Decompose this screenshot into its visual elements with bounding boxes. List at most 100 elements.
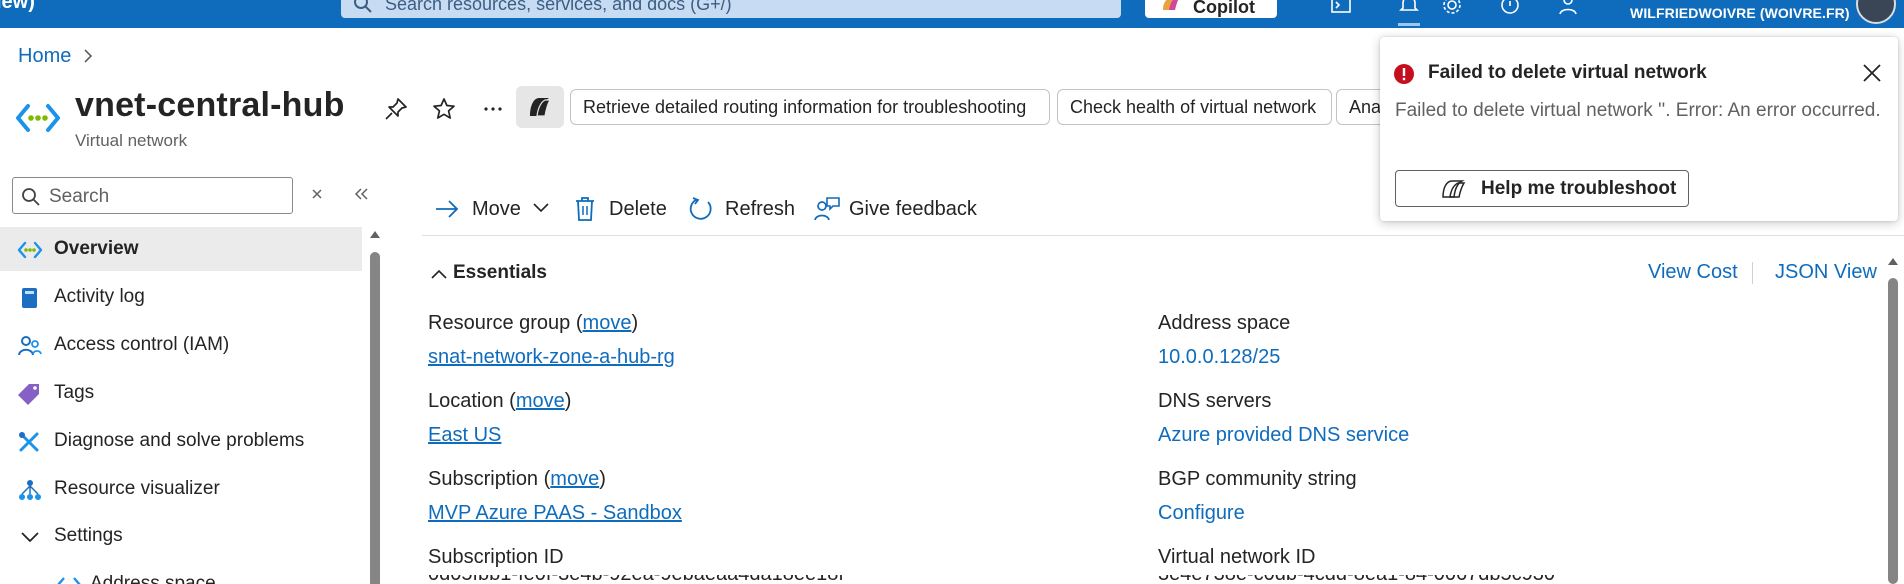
avatar[interactable] — [1856, 0, 1896, 24]
json-view-link[interactable]: JSON View — [1775, 261, 1877, 284]
suggestion-chip-routing[interactable]: Retrieve detailed routing information fo… — [570, 89, 1050, 125]
delete-button[interactable]: Delete — [573, 194, 673, 224]
dns-servers-label: DNS servers — [1158, 390, 1272, 412]
view-cost-link[interactable]: View Cost — [1648, 261, 1738, 284]
dns-servers-value[interactable]: Azure provided DNS service — [1158, 424, 1409, 447]
sidebar-item-diagnose[interactable]: Diagnose and solve problems — [0, 419, 362, 463]
move-label: Move — [472, 198, 521, 220]
delete-label: Delete — [609, 198, 667, 220]
chevron-down-icon — [21, 532, 39, 543]
notifications-active-indicator — [1398, 23, 1420, 26]
sidebar-search-input[interactable]: Search — [12, 177, 293, 214]
subscription-value[interactable]: MVP Azure PAAS - Sandbox — [428, 502, 682, 525]
refresh-button[interactable]: Refresh — [688, 194, 803, 224]
give-feedback-button[interactable]: Give feedback — [813, 194, 983, 224]
move-subscription-link[interactable]: move — [550, 468, 599, 490]
copilot-label: Copilot — [1193, 0, 1255, 17]
iam-icon — [18, 336, 42, 356]
sidebar-item-address-space[interactable]: Address space — [36, 562, 362, 584]
activity-log-icon — [22, 288, 37, 308]
sidebar-item-label: Activity log — [54, 286, 145, 307]
move-resource-group-link[interactable]: move — [583, 312, 632, 334]
sidebar-item-activity-log[interactable]: Activity log — [0, 275, 362, 319]
trash-icon — [576, 197, 594, 221]
breadcrumb-home[interactable]: Home — [18, 45, 71, 68]
suggestion-chip-health[interactable]: Check health of virtual network — [1057, 89, 1332, 125]
copilot-icon — [530, 98, 552, 117]
pin-icon[interactable] — [383, 96, 409, 122]
refresh-icon — [689, 197, 712, 220]
address-space-label: Address space — [1158, 312, 1291, 334]
visualizer-icon — [19, 480, 41, 500]
vnet-id-label: Virtual network ID — [1158, 546, 1316, 568]
global-search-placeholder: Search resources, services, and docs (G+… — [385, 0, 732, 14]
sidebar-item-label: Address space — [90, 573, 216, 584]
error-notification: Failed to delete virtual network Failed … — [1380, 37, 1898, 221]
notification-message: Failed to delete virtual network ''. Err… — [1395, 100, 1881, 121]
sidebar-item-tags[interactable]: Tags — [0, 371, 362, 415]
search-icon — [354, 0, 372, 13]
clear-search-icon[interactable] — [309, 186, 325, 202]
vnet-icon — [16, 104, 60, 132]
sidebar-item-access-control[interactable]: Access control (IAM) — [0, 323, 362, 367]
bgp-community-label: BGP community string — [1158, 468, 1357, 490]
gear-icon[interactable] — [1441, 0, 1463, 16]
sidebar-item-resource-visualizer[interactable]: Resource visualizer — [0, 467, 362, 511]
copilot-button[interactable]: Copilot — [1145, 0, 1277, 18]
sidebar-item-label: Resource visualizer — [54, 478, 220, 499]
chevron-up-icon[interactable] — [430, 268, 448, 280]
portal-brand[interactable]: iew) — [0, 0, 35, 14]
search-icon — [22, 188, 40, 206]
tag-icon — [18, 384, 39, 405]
cloud-shell-icon[interactable] — [1330, 0, 1352, 16]
arrow-right-icon — [436, 200, 459, 218]
location-label: Location (move) — [428, 390, 572, 412]
sidebar-item-label: Settings — [54, 525, 123, 546]
resource-type: Virtual network — [75, 131, 188, 150]
toolbar-divider — [422, 235, 1904, 236]
bell-icon[interactable] — [1398, 0, 1420, 16]
subscription-id-text: 0d05fbb1-fe0f-3e4b-92ea-9ebaeaa4da18ee18… — [428, 575, 928, 584]
subscription-id-label: Subscription ID — [428, 546, 564, 568]
global-search-box[interactable]: Search resources, services, and docs (G+… — [341, 0, 1121, 18]
main-scrollbar-thumb[interactable] — [1888, 278, 1898, 584]
sidebar-search-placeholder: Search — [49, 186, 110, 207]
collapse-sidebar-icon[interactable] — [352, 186, 370, 202]
sidebar-group-settings[interactable]: Settings — [0, 514, 362, 558]
signed-in-user[interactable]: WILFRIEDWOIVRE (WOIVRE.FR) — [1630, 5, 1850, 21]
star-icon[interactable] — [431, 96, 457, 122]
feedback-icon — [814, 197, 840, 221]
page-title: vnet-central-hub — [75, 86, 345, 124]
address-space-value[interactable]: 10.0.0.128/25 — [1158, 346, 1280, 369]
vnet-icon — [57, 577, 81, 584]
property-label: Location — [428, 390, 504, 412]
property-label: Resource group — [428, 312, 571, 334]
close-icon[interactable] — [1861, 62, 1883, 84]
vnet-icon — [17, 241, 43, 259]
sidebar-scrollbar-thumb[interactable] — [370, 252, 380, 584]
scroll-up-icon[interactable] — [1886, 256, 1900, 266]
bgp-configure-link[interactable]: Configure — [1158, 502, 1245, 525]
sidebar-item-label: Overview — [54, 238, 139, 259]
copilot-suggestions-button[interactable] — [516, 86, 564, 128]
vnet-id-value: 3e4e738e-c0db-4cdd-8ea1-84-0067db5c930 — [1158, 575, 1718, 584]
help-me-troubleshoot-label: Help me troubleshoot — [1481, 178, 1677, 199]
copilot-logo-icon — [1163, 0, 1179, 10]
vnet-id-text: 3e4e738e-c0db-4cdd-8ea1-84-0067db5c930 — [1158, 575, 1718, 584]
help-me-troubleshoot-button[interactable]: Help me troubleshoot — [1395, 170, 1689, 207]
location-value[interactable]: East US — [428, 424, 501, 447]
wrench-icon — [19, 432, 39, 452]
essentials-header[interactable]: Essentials — [453, 262, 547, 284]
feedback-person-icon[interactable] — [1557, 0, 1579, 16]
help-icon[interactable] — [1499, 0, 1521, 16]
scroll-up-icon[interactable] — [368, 229, 382, 239]
error-icon — [1394, 64, 1414, 84]
more-options-icon[interactable] — [480, 96, 506, 122]
sidebar-item-label: Tags — [54, 382, 95, 403]
sidebar-item-label: Diagnose and solve problems — [54, 430, 305, 451]
notification-title: Failed to delete virtual network — [1428, 62, 1707, 83]
resource-group-value[interactable]: snat-network-zone-a-hub-rg — [428, 346, 675, 369]
move-button[interactable]: Move — [434, 194, 554, 224]
move-location-link[interactable]: move — [516, 390, 565, 412]
sidebar-item-overview[interactable]: Overview — [0, 227, 362, 271]
